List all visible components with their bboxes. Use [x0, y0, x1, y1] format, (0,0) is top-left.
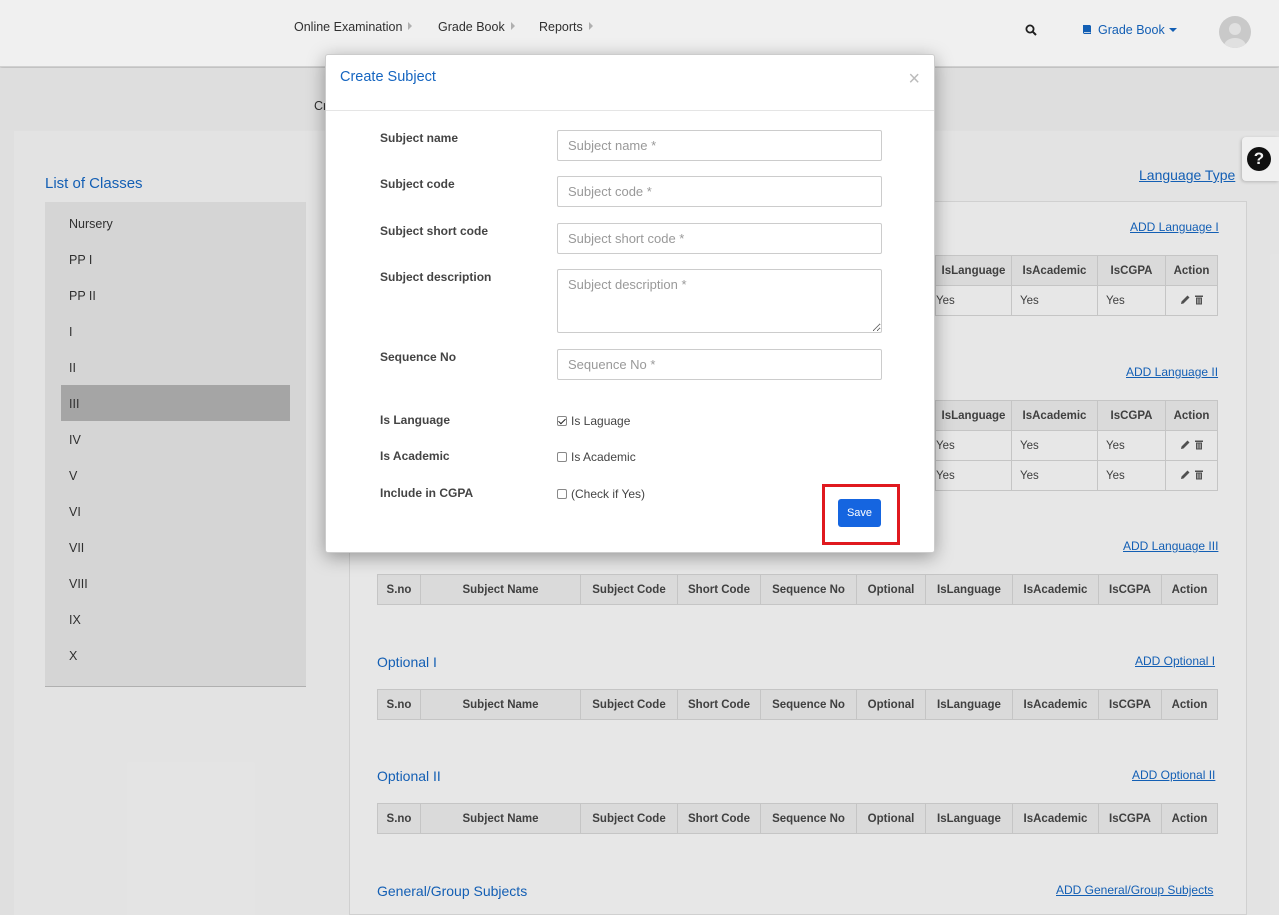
cgpa-checkbox[interactable]: (Check if Yes) — [557, 487, 645, 501]
subject-name-label: Subject name — [380, 131, 459, 145]
is-language-label: Is Language — [380, 413, 451, 427]
sequence-label: Sequence No — [380, 350, 457, 364]
checkbox-text: Is Laguage — [571, 414, 631, 428]
create-subject-modal: Create Subject × Subject name Subject co… — [325, 54, 935, 553]
sequence-input[interactable] — [557, 349, 882, 380]
checkbox-text: (Check if Yes) — [571, 487, 646, 501]
modal-title: Create Subject — [340, 69, 436, 85]
checkbox-icon — [557, 452, 567, 462]
subject-code-label: Subject code — [380, 177, 455, 191]
subject-name-input[interactable] — [557, 130, 882, 161]
checkbox-icon — [557, 489, 567, 499]
short-code-label: Subject short code — [380, 224, 489, 238]
checkbox-text: Is Academic — [571, 450, 636, 464]
description-textarea[interactable] — [557, 269, 882, 333]
is-academic-checkbox[interactable]: Is Academic — [557, 450, 636, 464]
close-icon[interactable]: × — [908, 69, 920, 89]
cgpa-label: Include in CGPA — [380, 486, 474, 500]
save-button[interactable]: Save — [838, 499, 881, 527]
subject-code-input[interactable] — [557, 176, 882, 207]
checkbox-checked-icon — [557, 416, 567, 426]
is-academic-label: Is Academic — [380, 449, 450, 463]
is-language-checkbox[interactable]: Is Laguage — [557, 414, 630, 428]
modal-header: Create Subject × — [326, 55, 934, 111]
description-label: Subject description — [380, 270, 492, 284]
short-code-input[interactable] — [557, 223, 882, 254]
